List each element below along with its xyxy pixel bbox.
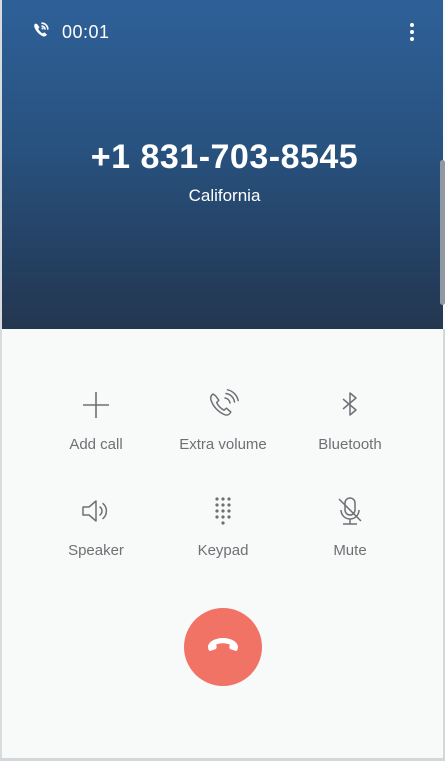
caller-number: +1 831-703-8545 [90, 138, 359, 176]
bluetooth-button[interactable]: Bluetooth [275, 388, 425, 453]
keypad-label: Keypad [197, 542, 249, 559]
call-header: 00:01 +1 831-703-8545 California [2, 0, 443, 329]
bluetooth-icon [333, 388, 367, 422]
caller-location: California [188, 186, 261, 205]
in-call-screen: 00:01 +1 831-703-8545 California Add cal… [0, 0, 445, 761]
wifi-call-icon [32, 21, 50, 44]
end-call-icon [203, 625, 243, 670]
more-vertical-icon-dot [410, 37, 414, 41]
add-call-label: Add call [69, 436, 123, 453]
keypad-icon [206, 494, 240, 528]
mic-off-icon [333, 494, 367, 528]
end-call-button[interactable] [184, 608, 262, 686]
speaker-label: Speaker [68, 542, 124, 559]
mute-button[interactable]: Mute [275, 494, 425, 559]
mute-label: Mute [333, 542, 367, 559]
extra-volume-label: Extra volume [179, 436, 267, 453]
bluetooth-label: Bluetooth [318, 436, 382, 453]
extra-volume-icon [206, 388, 240, 422]
call-status-row: 00:01 [32, 18, 110, 46]
plus-icon [79, 388, 113, 422]
scrollbar[interactable] [440, 160, 445, 305]
more-options-button[interactable] [407, 18, 417, 46]
speaker-icon [79, 494, 113, 528]
more-vertical-icon-dot [410, 30, 414, 34]
call-timer: 00:01 [62, 21, 110, 42]
more-vertical-icon-dot [410, 23, 414, 27]
